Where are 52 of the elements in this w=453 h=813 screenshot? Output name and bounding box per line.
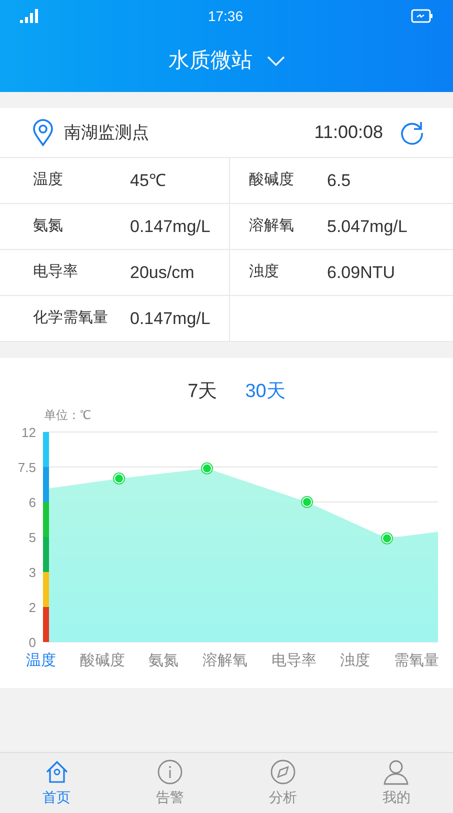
tab-bar-item[interactable]: 告警 — [113, 753, 226, 813]
y-tick-label: 12 — [22, 425, 36, 440]
signal-icon — [20, 9, 40, 23]
update-time: 11:00:08 — [314, 121, 383, 144]
reading-label: 氨氮 — [33, 216, 64, 236]
metric-tab[interactable]: 温度 — [26, 650, 56, 672]
y-tick-label: 5 — [28, 530, 36, 545]
y-tick-label: 3 — [28, 565, 36, 580]
battery-icon — [410, 9, 433, 23]
unit-label: 单位：℃ — [44, 408, 91, 422]
metric-tab[interactable]: 溶解氧 — [202, 650, 248, 672]
info-icon — [156, 758, 183, 784]
period-tab[interactable]: 7天 — [188, 380, 218, 404]
home-icon — [44, 758, 70, 784]
status-time: 17:36 — [208, 6, 244, 26]
reading-label: 酸碱度 — [249, 170, 295, 190]
y-tick-label: 6 — [28, 495, 36, 510]
compass-icon — [270, 758, 296, 784]
metric-tab[interactable]: 需氧量 — [394, 650, 439, 672]
metric-tab[interactable]: 浊度 — [340, 650, 370, 672]
data-point[interactable] — [381, 532, 393, 544]
metric-tab[interactable]: 酸碱度 — [80, 650, 125, 672]
y-tick-label: 0 — [28, 635, 36, 650]
reading-value: 0.147mg/L — [130, 216, 210, 238]
reading-value: 45℃ — [130, 170, 166, 192]
chevron-down-icon[interactable] — [266, 56, 284, 66]
person-icon — [383, 758, 410, 784]
reading-label: 化学需氧量 — [33, 308, 109, 328]
reading-value: 0.147mg/L — [130, 308, 210, 330]
tab-bar-item[interactable]: 分析 — [226, 753, 340, 813]
y-tick-label: 7.5 — [18, 460, 36, 475]
refresh-icon[interactable] — [399, 120, 425, 146]
reading-label: 溶解氧 — [249, 216, 295, 236]
reading-value: 6.09NTU — [327, 262, 396, 284]
data-point[interactable] — [301, 496, 313, 508]
reading-value: 6.5 — [327, 170, 351, 192]
location-pin-icon — [32, 118, 54, 146]
reading-value: 5.047mg/L — [327, 216, 408, 238]
metric-tab[interactable]: 氨氮 — [148, 650, 179, 672]
station-name: 南湖监测点 — [64, 122, 149, 144]
header-title[interactable]: 水质微站 — [168, 45, 252, 77]
period-tab[interactable]: 30天 — [245, 380, 286, 404]
reading-label: 浊度 — [249, 262, 280, 282]
y-tick-label: 2 — [28, 600, 36, 615]
data-point[interactable] — [113, 472, 125, 485]
tab-bar-item[interactable]: 首页 — [0, 753, 114, 813]
reading-label: 温度 — [33, 170, 64, 190]
data-point[interactable] — [201, 462, 213, 474]
metric-tab[interactable]: 电导率 — [271, 650, 316, 672]
reading-label: 电导率 — [33, 262, 79, 282]
reading-value: 20us/cm — [130, 262, 194, 284]
tab-bar-item[interactable]: 我的 — [340, 753, 453, 813]
